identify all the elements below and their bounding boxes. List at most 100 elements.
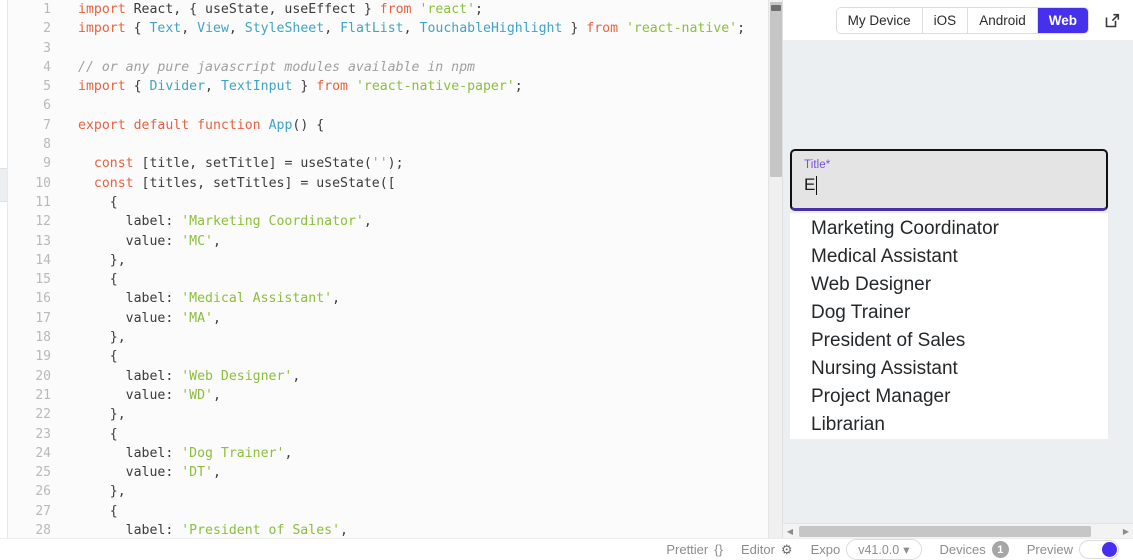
code-line-content[interactable]: { [78, 425, 782, 444]
code-line[interactable]: 11 { [8, 192, 782, 213]
code-line-content[interactable] [78, 96, 782, 115]
code-line-content[interactable]: { [78, 270, 782, 289]
suggestion-item[interactable]: Librarian [790, 411, 1108, 439]
code-scroll-area[interactable]: 1 import React, { useState, useEffect } f… [8, 0, 782, 538]
code-line-content[interactable]: export default function App() { [78, 116, 782, 135]
title-text-input[interactable]: Title* E [790, 149, 1108, 211]
code-line[interactable]: 2 import { Text, View, StyleSheet, FlatLi… [8, 19, 782, 39]
code-line-content[interactable]: label: 'President of Sales', [78, 521, 782, 538]
editor-settings-button[interactable]: Editor ⚙ [741, 542, 793, 558]
code-line[interactable]: 8 [8, 135, 782, 155]
code-line[interactable]: 15 { [8, 270, 782, 290]
left-rail-handle[interactable] [0, 168, 7, 202]
code-line-content[interactable]: }, [78, 482, 782, 501]
code-token: 'Dog Trainer' [181, 445, 285, 461]
code-line-content[interactable] [78, 135, 782, 154]
code-token: value: [78, 387, 182, 403]
code-line-content[interactable]: // or any pure javascript modules availa… [78, 58, 782, 77]
suggestion-item[interactable]: Dog Trainer [790, 299, 1108, 327]
code-line[interactable]: 7 export default function App() { [8, 115, 782, 136]
code-line[interactable]: 5 import { Divider, TextInput } from 'rea… [8, 77, 782, 97]
code-token: }, [78, 484, 126, 500]
platform-tab-android[interactable]: Android [968, 7, 1038, 33]
code-line-content[interactable]: import { Text, View, StyleSheet, FlatLis… [78, 19, 782, 38]
code-line-content[interactable]: label: 'Medical Assistant', [78, 289, 782, 308]
code-line-content[interactable]: { [78, 502, 782, 521]
code-line[interactable]: 4 // or any pure javascript modules avail… [8, 57, 782, 78]
suggestion-item[interactable]: Nursing Assistant [790, 355, 1108, 383]
code-editor-panel[interactable]: 1 import React, { useState, useEffect } f… [8, 0, 782, 538]
code-line[interactable]: 24 label: 'Dog Trainer', [8, 443, 782, 464]
preview-toggle[interactable] [1079, 540, 1119, 559]
code-token: } [562, 21, 587, 37]
code-line-content[interactable] [78, 39, 782, 58]
suggestion-list: Marketing Coordinator Medical Assistant We… [790, 213, 1108, 439]
code-line[interactable]: 20 label: 'Web Designer', [8, 366, 782, 386]
code-line-content[interactable]: import { Divider, TextInput } from 'reac… [78, 77, 782, 96]
scroll-left-arrow[interactable]: ◀ [783, 524, 797, 539]
code-line[interactable]: 27 { [8, 501, 782, 522]
code-line-content[interactable]: value: 'DT', [78, 463, 782, 482]
code-line-content[interactable]: }, [78, 251, 782, 270]
code-line[interactable]: 26 }, [8, 482, 782, 502]
code-line-content[interactable]: value: 'WD', [78, 386, 782, 405]
code-line[interactable]: 9 const [title, setTitle] = useState('')… [8, 154, 782, 174]
code-line-content[interactable]: const [title, setTitle] = useState(''); [78, 154, 782, 173]
open-external-icon[interactable] [1101, 9, 1123, 31]
code-line[interactable]: 28 label: 'President of Sales', [8, 521, 782, 538]
prettier-button[interactable]: Prettier {} [666, 542, 723, 557]
code-line[interactable]: 19 { [8, 347, 782, 367]
preview-horizontal-scrollbar[interactable]: ◀ ▶ [783, 523, 1133, 538]
workspace: 1 import React, { useState, useEffect } f… [0, 0, 1133, 538]
code-line-content[interactable]: { [78, 347, 782, 366]
code-line[interactable]: 22 }, [8, 405, 782, 425]
expo-version-select[interactable]: v41.0.0 ▾ [846, 539, 922, 560]
gutter-spacer [62, 192, 78, 213]
code-line[interactable]: 21 value: 'WD', [8, 385, 782, 406]
line-number: 6 [8, 96, 62, 116]
editor-scroll-thumb[interactable] [770, 2, 782, 177]
platform-tab-web[interactable]: Web [1037, 7, 1088, 33]
code-line-content[interactable]: { [78, 193, 782, 212]
code-line[interactable]: 1 import React, { useState, useEffect } f… [8, 0, 782, 20]
suggestion-item[interactable]: Project Manager [790, 383, 1108, 411]
title-input-box [790, 149, 1108, 211]
suggestion-item[interactable]: Web Designer [790, 271, 1108, 299]
suggestion-item[interactable]: Medical Assistant [790, 243, 1108, 271]
code-token: from [379, 2, 412, 17]
code-line-content[interactable]: }, [78, 328, 782, 347]
platform-tab-my-device[interactable]: My Device [836, 7, 923, 33]
code-line[interactable]: 12 label: 'Marketing Coordinator', [8, 212, 782, 232]
code-line[interactable]: 3 [8, 38, 782, 58]
code-line[interactable]: 23 { [8, 424, 782, 444]
platform-tab-ios[interactable]: iOS [922, 7, 969, 33]
horizontal-scroll-thumb[interactable] [799, 526, 1091, 537]
code-line[interactable]: 18 }, [8, 328, 782, 348]
code-line[interactable]: 17 value: 'MA', [8, 308, 782, 329]
suggestion-item[interactable]: President of Sales [790, 327, 1108, 355]
code-line-content[interactable]: }, [78, 405, 782, 424]
code-line[interactable]: 14 }, [8, 250, 782, 271]
line-number: 1 [8, 0, 62, 20]
code-token: , [324, 21, 341, 37]
code-line-content[interactable]: import React, { useState, useEffect } fr… [78, 0, 782, 19]
code-line[interactable]: 6 [8, 96, 782, 116]
code-line[interactable]: 25 value: 'DT', [8, 463, 782, 483]
code-line-content[interactable]: const [titles, setTitles] = useState([ [78, 174, 782, 193]
code-line-content[interactable]: value: 'MC', [78, 232, 782, 251]
code-line[interactable]: 13 value: 'MC', [8, 231, 782, 251]
code-line[interactable]: 16 label: 'Medical Assistant', [8, 289, 782, 309]
code-line-content[interactable]: value: 'MA', [78, 309, 782, 328]
preview-toggle-group[interactable]: Preview [1027, 540, 1119, 559]
code-line-content[interactable]: label: 'Dog Trainer', [78, 444, 782, 463]
editor-vertical-scrollbar[interactable] [768, 0, 782, 538]
scroll-right-arrow[interactable]: ▶ [1119, 524, 1133, 539]
preview-panel: My Device iOS Android Web Title* E Marke… [782, 0, 1133, 538]
code-line[interactable]: 10 const [titles, setTitles] = useState(… [8, 173, 782, 193]
horizontal-scroll-track[interactable] [797, 524, 1119, 538]
code-line-content[interactable]: label: 'Web Designer', [78, 367, 782, 386]
code-line-content[interactable]: label: 'Marketing Coordinator', [78, 212, 782, 231]
devices-button[interactable]: Devices 1 [940, 541, 1009, 558]
line-number: 10 [8, 173, 62, 193]
suggestion-item[interactable]: Marketing Coordinator [790, 215, 1108, 243]
